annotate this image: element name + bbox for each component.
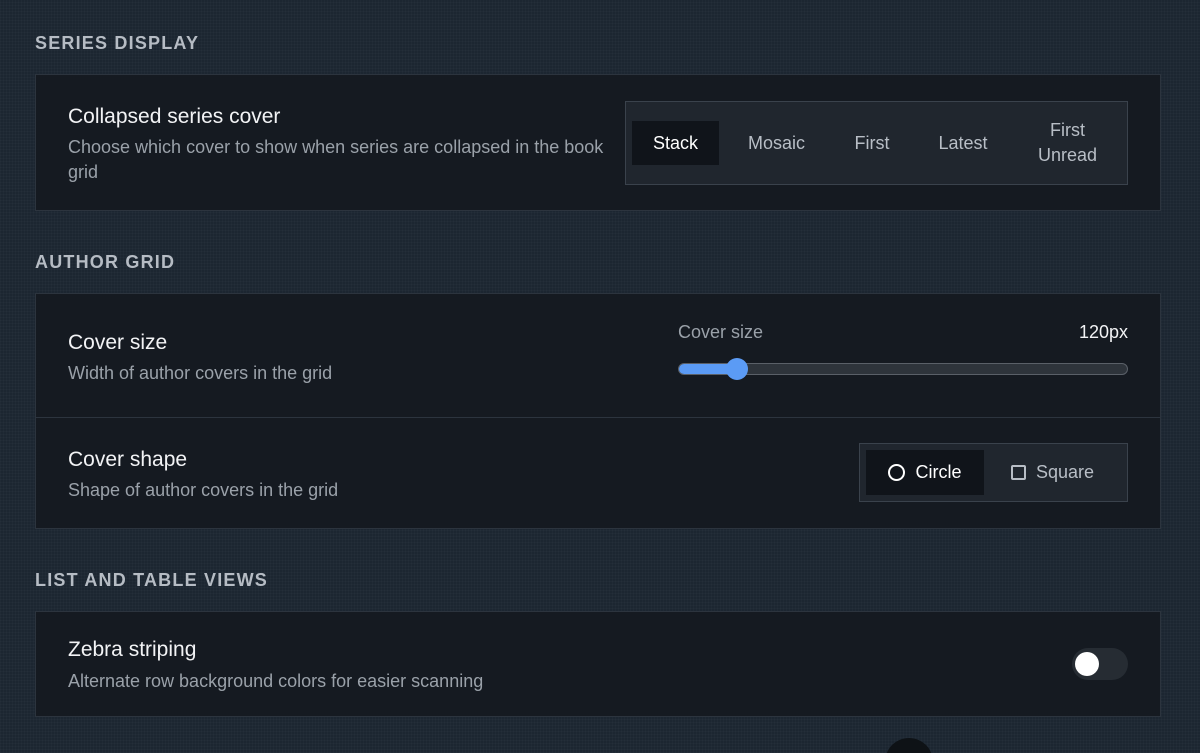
zebra-striping-description: Alternate row background colors for easi… [68,671,484,691]
collapsed-series-cover-row: Collapsed series cover Choose which cove… [36,75,1160,210]
option-first-button[interactable]: First [834,108,910,178]
section-title-list-table-views: LIST AND TABLE VIEWS [35,570,268,590]
collapsed-series-cover-description: Choose which cover to show when series a… [68,137,604,182]
cover-shape-description: Shape of author covers in the grid [68,480,339,500]
circle-icon [888,464,906,481]
zebra-striping-row: Zebra striping Alternate row background … [36,612,1160,716]
series-display-card: Collapsed series cover Choose which cove… [35,74,1161,211]
cover-shape-title: Cover shape [68,448,188,471]
cover-size-title: Cover size [68,331,168,354]
collapsed-series-cover-title: Collapsed series cover [68,105,281,128]
zebra-striping-toggle[interactable] [1072,648,1128,680]
cover-size-row: Cover size Width of author covers in the… [36,294,1160,417]
collapsed-cover-selector: Stack Mosaic First Latest First Unread [625,101,1128,185]
zebra-striping-title: Zebra striping [68,638,197,661]
option-first-unread-button[interactable]: First Unread [1016,108,1119,178]
cover-shape-selector: Circle Square [859,443,1128,502]
cover-size-value: 120px [1078,322,1128,342]
option-stack-button[interactable]: Stack [632,121,719,165]
shape-square-label: Square [1035,462,1095,482]
cover-size-slider[interactable] [678,358,1128,380]
section-title-series-display: SERIES DISPLAY [35,33,200,53]
author-grid-card: Cover size Width of author covers in the… [35,293,1161,529]
shape-square-button[interactable]: Square [984,450,1121,495]
zebra-striping-toggle-knob [1075,652,1099,676]
cover-size-description: Width of author covers in the grid [68,363,333,383]
square-icon [1010,465,1026,480]
shape-circle-button[interactable]: Circle [866,450,984,495]
option-mosaic-button[interactable]: Mosaic [719,108,834,178]
cover-size-slider-label: Cover size [678,322,764,342]
cover-shape-row: Cover shape Shape of author covers in th… [36,417,1160,528]
shape-circle-label: Circle [915,462,962,482]
option-latest-button[interactable]: Latest [910,108,1016,178]
section-title-author-grid: AUTHOR GRID [35,252,176,272]
avatar[interactable] [885,738,933,753]
list-table-card: Zebra striping Alternate row background … [35,611,1161,717]
cover-size-slider-thumb[interactable] [726,358,749,380]
